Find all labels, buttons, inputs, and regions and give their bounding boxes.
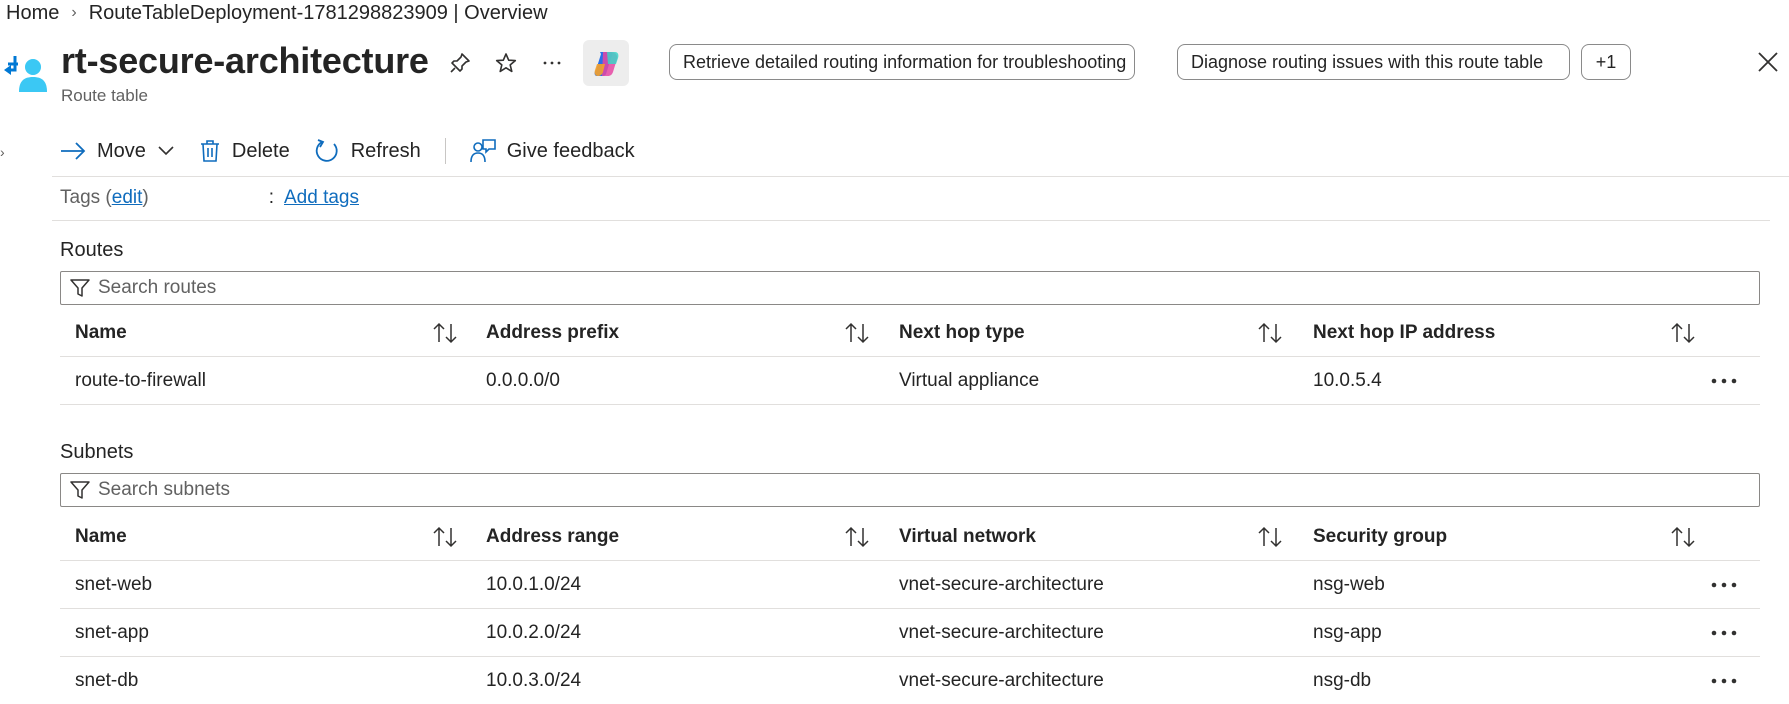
table-cell: snet-db [75, 669, 139, 691]
column-header[interactable]: Security group [1313, 513, 1447, 560]
routes-table: Name Address prefix Next hop type Next h… [60, 309, 1760, 405]
expand-sidebar-icon[interactable]: › [0, 144, 5, 160]
star-icon[interactable] [493, 50, 519, 76]
refresh-label: Refresh [350, 139, 421, 162]
table-cell: 10.0.5.4 [1313, 369, 1382, 391]
refresh-icon [315, 139, 338, 162]
routes-section-title: Routes [60, 239, 124, 261]
copilot-icon[interactable] [583, 40, 629, 86]
delete-label: Delete [231, 139, 290, 162]
sort-arrows-icon[interactable] [432, 309, 458, 356]
pin-icon[interactable] [447, 50, 473, 76]
column-header[interactable]: Next hop IP address [1313, 309, 1495, 356]
table-cell: 10.0.1.0/24 [486, 573, 582, 595]
table-cell: 0.0.0.0/0 [486, 369, 560, 391]
sort-arrows-icon[interactable] [1257, 309, 1283, 356]
sort-arrows-icon[interactable] [844, 309, 870, 356]
table-row[interactable]: snet-app 10.0.2.0/24 vnet-secure-archite… [60, 609, 1760, 657]
more-options-icon[interactable] [539, 50, 565, 76]
sort-arrows-icon[interactable] [1670, 309, 1696, 356]
table-row[interactable]: snet-web 10.0.1.0/24 vnet-secure-archite… [60, 561, 1760, 609]
subnets-search [60, 473, 1760, 507]
table-cell: Virtual appliance [899, 369, 1040, 391]
tags-label-end: ) [142, 187, 149, 208]
sort-arrows-icon[interactable] [432, 513, 458, 560]
command-bar: Move Delete Refresh Give feedback [60, 133, 659, 169]
row-more-icon[interactable] [1710, 609, 1738, 656]
table-cell: vnet-secure-architecture [899, 621, 1104, 643]
routes-header-row: Name Address prefix Next hop type Next h… [60, 309, 1760, 357]
suggestion-chip-routing-info[interactable]: Retrieve detailed routing information fo… [669, 44, 1135, 80]
chevron-right-icon: › [71, 4, 77, 21]
table-cell: snet-web [75, 573, 153, 595]
toolbar-divider-line [52, 176, 1789, 177]
breadcrumb-deployment[interactable]: RouteTableDeployment-1781298823909 | Ove… [89, 2, 548, 25]
trash-icon [200, 140, 219, 162]
subnets-section-title: Subnets [60, 441, 134, 463]
tags-colon: : [268, 187, 274, 208]
row-more-icon[interactable] [1710, 561, 1738, 608]
table-cell: 10.0.2.0/24 [486, 621, 582, 643]
table-row[interactable]: snet-db 10.0.3.0/24 vnet-secure-architec… [60, 657, 1760, 704]
refresh-button[interactable]: Refresh [314, 138, 421, 164]
table-row[interactable]: route-to-firewall 0.0.0.0/0 Virtual appl… [60, 357, 1760, 405]
breadcrumb-home[interactable]: Home [6, 2, 59, 25]
toolbar-divider [444, 138, 446, 164]
table-cell: vnet-secure-architecture [899, 669, 1104, 691]
sort-arrows-icon[interactable] [844, 513, 870, 560]
table-cell: vnet-secure-architecture [899, 573, 1104, 595]
give-feedback-button[interactable]: Give feedback [469, 138, 635, 164]
table-cell: 10.0.3.0/24 [486, 669, 582, 691]
column-header[interactable]: Address prefix [486, 309, 619, 356]
sort-arrows-icon[interactable] [1670, 513, 1696, 560]
column-header[interactable]: Name [75, 309, 127, 356]
table-cell: nsg-web [1313, 573, 1385, 595]
suggestion-chip-diagnose[interactable]: Diagnose routing issues with this route … [1177, 44, 1570, 80]
table-cell: nsg-db [1313, 669, 1372, 691]
tags-divider [52, 220, 1770, 221]
arrow-right-icon [61, 142, 86, 160]
tags-row: Tags (edit) : Add tags [60, 187, 359, 209]
routes-search [60, 271, 1760, 305]
subnets-header-row: Name Address range Virtual network Secur… [60, 513, 1760, 561]
filter-icon [70, 481, 90, 499]
table-cell: nsg-app [1313, 621, 1382, 643]
column-header[interactable]: Virtual network [899, 513, 1036, 560]
table-cell: route-to-firewall [75, 369, 206, 391]
sort-arrows-icon[interactable] [1257, 513, 1283, 560]
column-header[interactable]: Name [75, 513, 127, 560]
route-table-icon [4, 50, 48, 94]
routes-search-input[interactable] [96, 276, 1700, 300]
tags-label: Tags ( [60, 187, 112, 208]
delete-button[interactable]: Delete [199, 139, 290, 163]
subnets-search-input[interactable] [96, 478, 1700, 502]
feedback-icon [469, 139, 496, 163]
subnets-table: Name Address range Virtual network Secur… [60, 513, 1760, 704]
move-button[interactable]: Move [60, 140, 175, 163]
header-actions [447, 50, 565, 76]
page-subtitle: Route table [61, 86, 148, 105]
page-title: rt-secure-architecture [61, 40, 429, 81]
edit-tags-link[interactable]: edit [112, 187, 143, 209]
row-more-icon[interactable] [1710, 657, 1738, 704]
move-label: Move [97, 139, 146, 162]
suggestion-chip-more[interactable]: +1 [1581, 44, 1631, 80]
column-header[interactable]: Address range [486, 513, 619, 560]
chevron-down-icon [158, 146, 174, 156]
close-icon[interactable] [1754, 48, 1782, 76]
filter-icon [70, 279, 90, 297]
breadcrumb: Home › RouteTableDeployment-178129882390… [6, 0, 548, 26]
add-tags-link[interactable]: Add tags [284, 187, 359, 209]
column-header[interactable]: Next hop type [899, 309, 1025, 356]
give-feedback-label: Give feedback [506, 139, 635, 162]
row-more-icon[interactable] [1710, 357, 1738, 404]
table-cell: snet-app [75, 621, 149, 643]
